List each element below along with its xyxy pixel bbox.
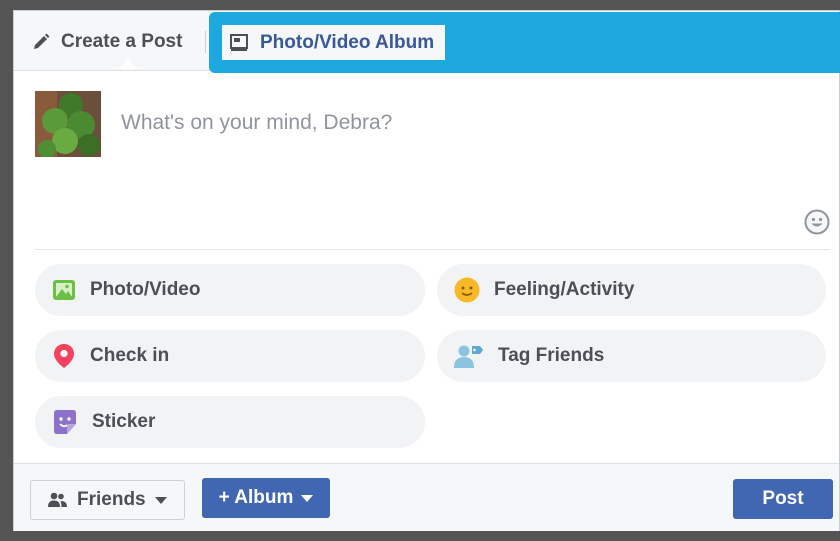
post-label: Post — [762, 488, 804, 509]
composer-divider — [35, 249, 830, 250]
photo-album-icon — [230, 33, 248, 51]
post-button[interactable]: Post — [733, 479, 833, 519]
add-album-label: + Album — [218, 487, 294, 508]
emoji-icon[interactable] — [804, 209, 830, 235]
composer-footer: Friends + Album Post — [14, 463, 839, 531]
active-tab-caret — [118, 59, 138, 69]
chevron-down-icon — [154, 496, 167, 504]
photo-video-option[interactable]: Photo/Video — [35, 264, 425, 316]
sticker-label: Sticker — [92, 411, 156, 432]
status-input[interactable]: What's on your mind, Debra? — [121, 111, 392, 135]
sticker-option[interactable]: Sticker — [35, 396, 425, 448]
feeling-activity-label: Feeling/Activity — [494, 279, 635, 300]
friends-icon — [48, 492, 67, 507]
photo-video-label: Photo/Video — [90, 279, 201, 300]
tag-friends-icon — [454, 345, 483, 368]
avatar — [35, 91, 101, 157]
photo-icon — [53, 280, 75, 300]
feeling-activity-option[interactable]: Feeling/Activity — [437, 264, 826, 316]
tab-photo-video-album[interactable]: Photo/Video Album — [222, 25, 445, 60]
audience-selector[interactable]: Friends — [30, 480, 185, 520]
avatar-image — [35, 91, 101, 157]
tab-create-post-label: Create a Post — [61, 31, 183, 52]
sticker-icon — [54, 410, 76, 434]
tab-photo-video-album-label: Photo/Video Album — [260, 31, 435, 53]
smiley-icon — [454, 277, 480, 303]
tab-separator — [205, 31, 206, 53]
tag-friends-label: Tag Friends — [498, 345, 605, 366]
audience-label: Friends — [77, 489, 146, 510]
check-in-option[interactable]: Check in — [35, 330, 425, 382]
chevron-down-icon — [301, 494, 314, 502]
add-album-button[interactable]: + Album — [202, 478, 330, 518]
post-composer: Create a Post Photo/Video Album What's o… — [13, 10, 840, 531]
pencil-icon — [34, 33, 50, 49]
tag-friends-option[interactable]: Tag Friends — [437, 330, 826, 382]
tab-create-post[interactable]: Create a Post — [31, 27, 182, 57]
location-pin-icon — [54, 344, 74, 368]
check-in-label: Check in — [90, 345, 170, 366]
